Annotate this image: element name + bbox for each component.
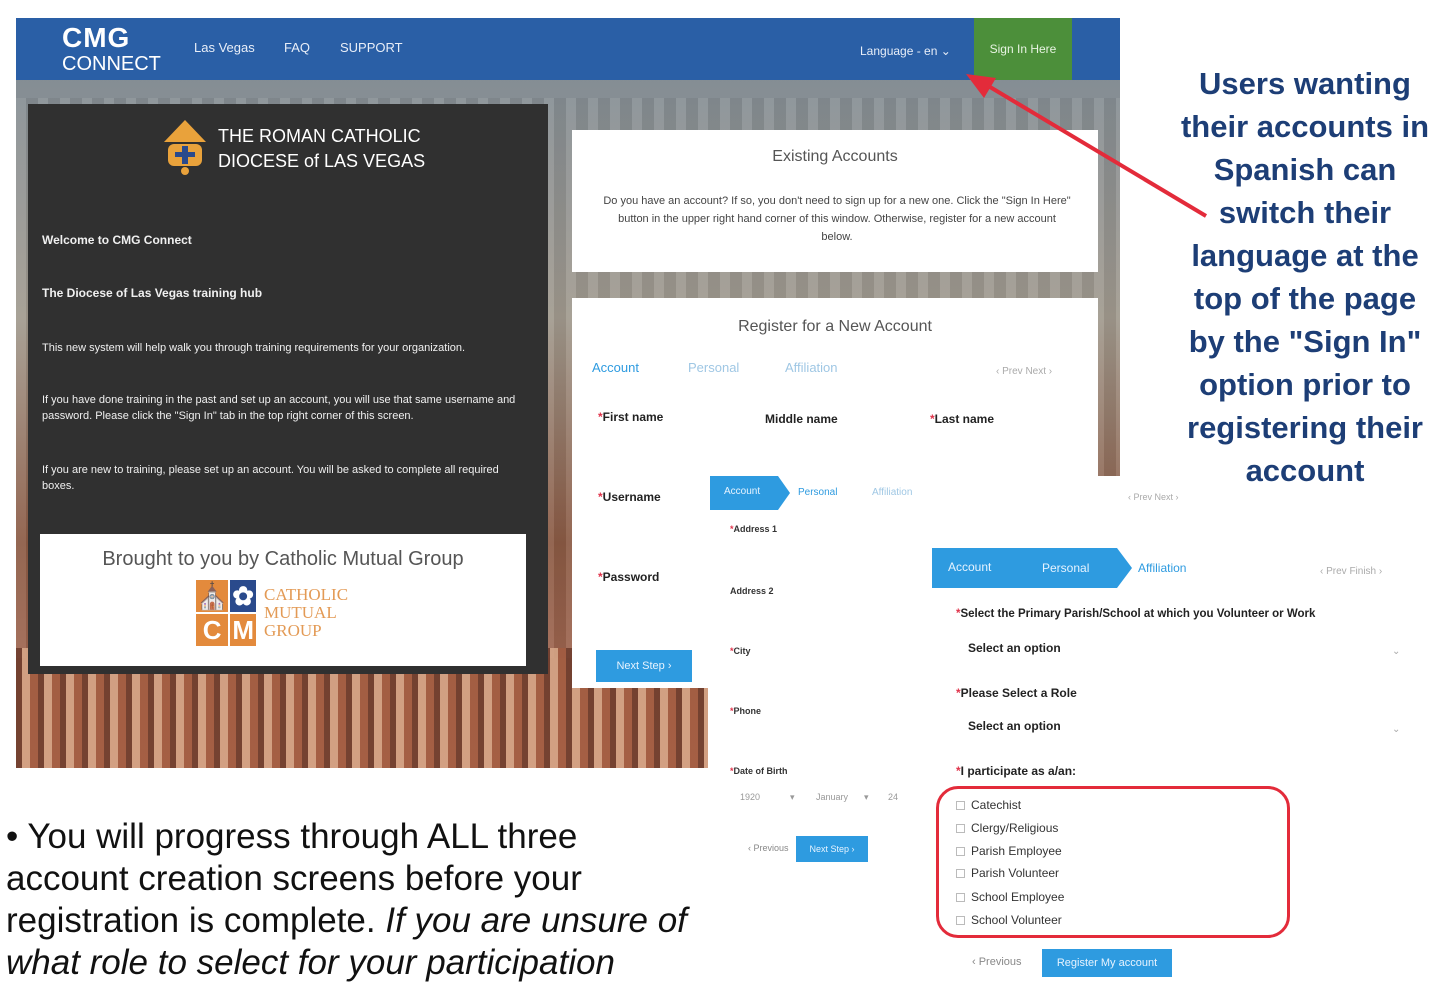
language-annotation: Users wanting their accounts in Spanish … [1180,66,1429,488]
progress-annotation: • You will progress through ALL three ac… [6,817,687,982]
